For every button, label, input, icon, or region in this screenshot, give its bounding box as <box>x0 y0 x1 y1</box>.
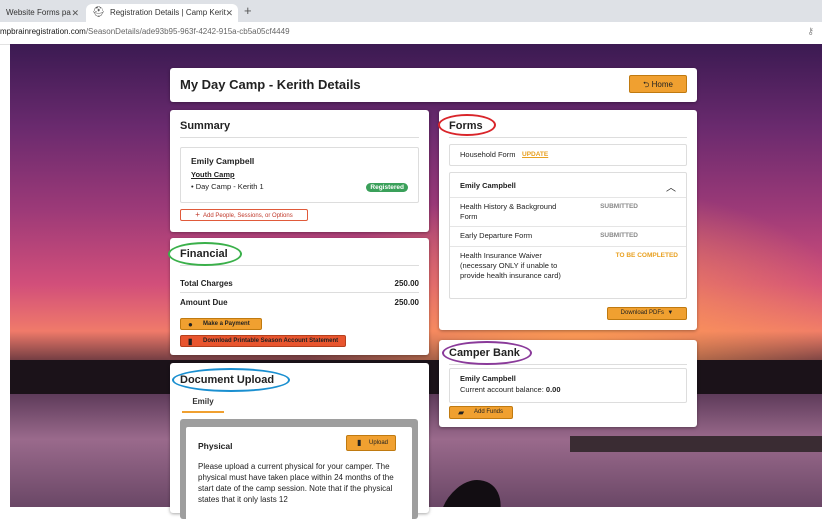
tab-title: Website Forms pa <box>6 8 71 17</box>
browser-tab-bar: Website Forms pa ✕ ⛑ Registration Detail… <box>0 0 822 22</box>
tab-emily[interactable]: Emily <box>182 397 224 413</box>
download-pdfs-button[interactable]: Download PDFs ▼ <box>607 307 687 320</box>
update-household-form-link[interactable]: UPDATE <box>522 151 548 158</box>
background-dock <box>570 436 822 452</box>
summary-card: Summary Emily Campbell Youth Camp • Day … <box>170 110 429 232</box>
camper-forms-box: Emily Campbell ︿ Health History & Backgr… <box>449 172 687 299</box>
make-payment-label: Make a Payment <box>203 321 250 327</box>
download-pdfs-label: Download PDFs <box>620 310 665 316</box>
document-panel: Physical ▮ Upload Please upload a curren… <box>180 419 418 527</box>
add-button-label: Add People, Sessions, or Options <box>202 213 293 219</box>
close-tab-icon[interactable]: ✕ <box>71 4 79 22</box>
address-bar[interactable]: mpbrainregistration.com/SeasonDetails/ad… <box>0 22 822 45</box>
wallet-icon: ▰ <box>458 408 465 417</box>
upload-button-label: Upload <box>369 440 389 446</box>
browser-tab-website-forms[interactable]: Website Forms pa ✕ <box>0 4 84 22</box>
form-item-name: Health Insurance Waiver (necessary ONLY … <box>460 251 561 280</box>
balance-label: Current account balance: <box>460 385 544 394</box>
home-button-label: Home <box>651 80 673 89</box>
camper-bank-card: Camper Bank Emily Campbell Current accou… <box>439 340 697 427</box>
divider <box>450 226 686 227</box>
form-item-early-departure[interactable]: Early Departure Form SUBMITTED <box>460 231 638 241</box>
total-charges-row: Total Charges 250.00 <box>180 279 419 288</box>
session-name: Day Camp - Kerith 1 <box>195 182 264 191</box>
add-funds-label: Add Funds <box>474 409 504 415</box>
divider <box>180 292 419 293</box>
divider <box>450 197 686 198</box>
key-icon[interactable]: ⚷ <box>807 26 814 37</box>
divider <box>180 137 419 138</box>
financial-card: Financial Total Charges 250.00 Amount Du… <box>170 238 429 355</box>
form-status-submitted: SUBMITTED <box>600 232 638 239</box>
household-form-row: Household Form UPDATE <box>449 144 687 166</box>
make-payment-button[interactable]: ● Make a Payment <box>180 318 262 330</box>
amount-due-value: 250.00 <box>394 298 419 307</box>
url-text[interactable]: mpbrainregistration.com/SeasonDetails/ad… <box>0 27 290 36</box>
add-people-sessions-button[interactable]: + Add People, Sessions, or Options <box>180 209 308 221</box>
form-item-health-insurance-waiver[interactable]: Health Insurance Waiver (necessary ONLY … <box>460 251 678 281</box>
amount-due-row: Amount Due 250.00 <box>180 298 419 307</box>
physical-document-card: Physical ▮ Upload Please upload a curren… <box>186 427 412 527</box>
plus-icon: + <box>195 210 200 219</box>
amount-due-label: Amount Due <box>180 298 228 307</box>
household-form-label: Household Form <box>460 150 516 159</box>
site-favicon-icon: ⛑ <box>92 7 105 18</box>
url-host: mpbrainregistration.com <box>0 27 86 36</box>
back-arrow-icon: ⮌ <box>643 80 650 89</box>
camper-bank-title: Camper Bank <box>449 347 520 359</box>
registration-box: Emily Campbell Youth Camp • Day Camp - K… <box>180 147 419 203</box>
session-item: • Day Camp - Kerith 1 <box>191 182 264 191</box>
document-icon: ▮ <box>188 337 193 346</box>
divider <box>449 137 687 138</box>
form-status-to-be-completed: TO BE COMPLETED <box>615 252 678 259</box>
form-item-name: Early Departure Form <box>460 231 533 240</box>
add-funds-button[interactable]: ▰ Add Funds <box>449 406 513 419</box>
chevron-up-icon[interactable]: ︿ <box>666 179 676 194</box>
document-upload-title: Document Upload <box>180 374 275 386</box>
form-item-health-history[interactable]: Health History & Background Form SUBMITT… <box>460 202 638 222</box>
form-item-name: Health History & Background Form <box>460 202 557 221</box>
balance-row: Current account balance: 0.00 <box>460 385 561 394</box>
forms-card: Forms Household Form UPDATE Emily Campbe… <box>439 110 697 330</box>
new-tab-plus-icon[interactable]: + <box>244 3 252 18</box>
upload-file-icon: ▮ <box>357 438 362 447</box>
forms-title: Forms <box>449 120 483 132</box>
program-link[interactable]: Youth Camp <box>191 170 235 179</box>
balance-value: 0.00 <box>545 385 561 394</box>
divider <box>449 364 687 365</box>
upload-button[interactable]: ▮ Upload <box>346 435 396 451</box>
camper-name: Emily Campbell <box>191 156 255 166</box>
caret-down-icon: ▼ <box>665 310 674 316</box>
registered-status-badge: Registered <box>366 183 408 192</box>
divider <box>180 265 419 266</box>
close-tab-icon[interactable]: ✕ <box>225 4 233 22</box>
home-button[interactable]: ⮌ Home <box>629 75 687 93</box>
url-path: /SeasonDetails/ade93b95-963f-4242-915a-c… <box>85 27 290 36</box>
total-charges-value: 250.00 <box>394 279 419 288</box>
coins-icon: ● <box>188 320 193 329</box>
download-statement-button[interactable]: ▮ Download Printable Season Account Stat… <box>180 335 346 347</box>
download-statement-label: Download Printable Season Account Statem… <box>203 338 339 344</box>
forms-camper-name: Emily Campbell <box>460 181 516 190</box>
physical-title: Physical <box>198 441 233 451</box>
page-title: My Day Camp - Kerith Details <box>180 77 361 92</box>
financial-title: Financial <box>180 248 228 260</box>
document-upload-card: Document Upload Emily Physical ▮ Upload … <box>170 363 429 527</box>
physical-instructions: Please upload a current physical for you… <box>198 462 394 504</box>
tab-title: Registration Details | Camp Kerit <box>109 8 226 17</box>
summary-title: Summary <box>180 120 231 132</box>
bank-camper-name: Emily Campbell <box>460 374 516 383</box>
total-charges-label: Total Charges <box>180 279 233 288</box>
camper-balance-box: Emily Campbell Current account balance: … <box>449 368 687 403</box>
divider <box>450 246 686 247</box>
browser-tab-registration-details[interactable]: ⛑ Registration Details | Camp Kerit ✕ <box>86 4 238 22</box>
form-status-submitted: SUBMITTED <box>600 203 638 210</box>
page-header-card: My Day Camp - Kerith Details ⮌ Home <box>170 68 697 102</box>
